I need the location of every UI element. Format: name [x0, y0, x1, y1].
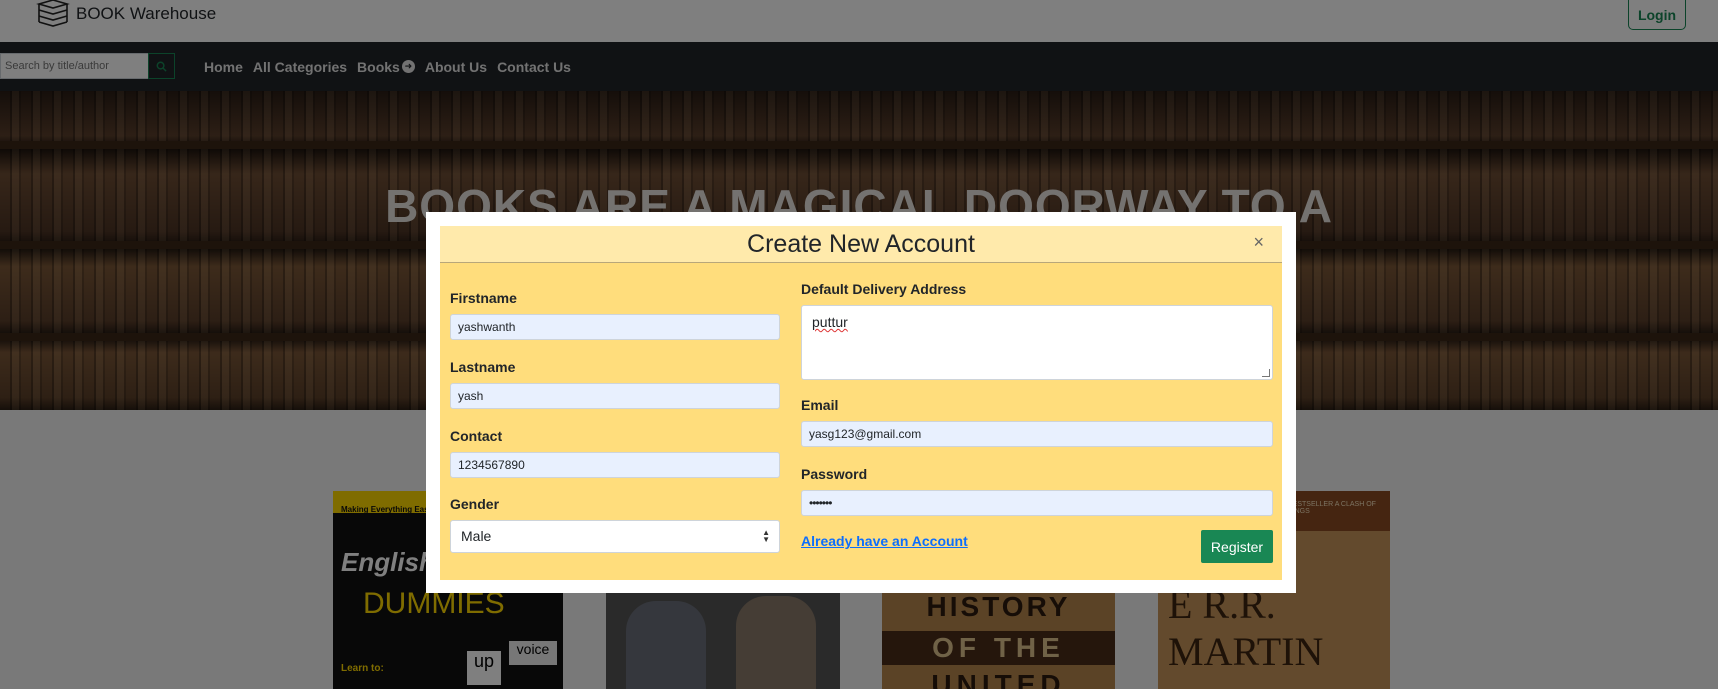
contact-field[interactable]: 1234567890: [450, 452, 780, 478]
address-label: Default Delivery Address: [801, 281, 967, 297]
firstname-field[interactable]: yashwanth: [450, 314, 780, 340]
modal-body: Create New Account × Firstname yashwanth…: [440, 226, 1282, 580]
address-value: puttur: [812, 314, 848, 330]
lastname-label: Lastname: [450, 359, 516, 375]
register-button[interactable]: Register: [1201, 530, 1273, 563]
resize-grip-icon[interactable]: [1262, 369, 1270, 377]
modal-title: Create New Account: [747, 230, 975, 258]
password-label: Password: [801, 466, 868, 482]
gender-label: Gender: [450, 496, 500, 512]
close-icon[interactable]: ×: [1253, 232, 1264, 253]
sort-caret-icon: ▲ ▼: [762, 528, 770, 544]
firstname-label: Firstname: [450, 290, 517, 306]
modal-header: Create New Account ×: [440, 226, 1282, 263]
create-account-modal: Create New Account × Firstname yashwanth…: [426, 212, 1296, 593]
contact-label: Contact: [450, 428, 503, 444]
address-textarea[interactable]: puttur: [801, 305, 1273, 380]
gender-select[interactable]: Male ▲ ▼: [450, 520, 780, 553]
lastname-field[interactable]: yash: [450, 383, 780, 409]
email-field[interactable]: yasg123@gmail.com: [801, 421, 1273, 447]
email-label: Email: [801, 397, 839, 413]
already-have-account-link[interactable]: Already have an Account: [801, 533, 968, 549]
password-field[interactable]: •••••••: [801, 490, 1273, 516]
gender-select-value: Male: [461, 528, 492, 544]
